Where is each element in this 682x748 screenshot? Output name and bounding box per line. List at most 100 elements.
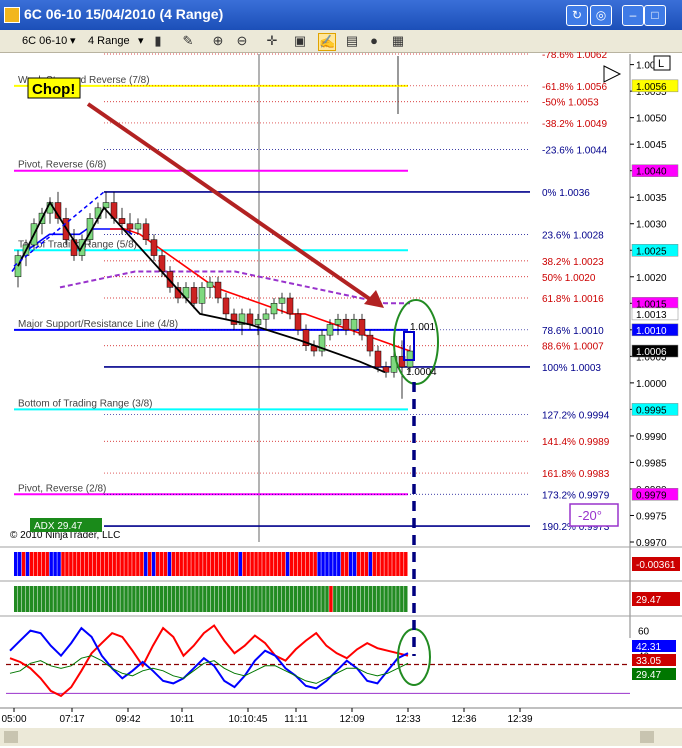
indicator-bar — [313, 552, 317, 576]
indicator-bar — [77, 586, 81, 612]
indicator-bar — [214, 552, 219, 576]
indicators-icon[interactable]: ✍ — [318, 33, 336, 51]
indicator-bar — [140, 586, 144, 612]
indicator-bar — [159, 552, 164, 576]
murrey-line-label: Pivot, Reverse (6/8) — [18, 160, 106, 171]
time-axis-label: 10:10:45 — [229, 714, 268, 725]
indicator-bar — [128, 552, 132, 576]
data-box-icon[interactable]: ▦ — [390, 33, 406, 49]
indicator-bar — [348, 586, 353, 612]
indicator-bar — [388, 552, 392, 576]
indicator-bar — [384, 552, 388, 576]
indicator-bar — [337, 586, 341, 612]
indicator-bar — [396, 552, 400, 576]
indicator-bar — [376, 552, 380, 576]
indicator-bar — [344, 586, 349, 612]
indicator-bar — [203, 552, 207, 576]
strategies-icon[interactable]: ▤ — [344, 33, 360, 49]
indicator-bar — [179, 552, 183, 576]
indicator-bar — [364, 552, 369, 576]
indicator-bar — [69, 586, 73, 612]
interval-selector[interactable]: 4 Range — [88, 33, 130, 49]
indicator-bar — [380, 552, 384, 576]
indicator-bar — [199, 586, 203, 612]
interval-dropdown-icon[interactable]: ▾ — [138, 33, 144, 49]
price-axis-tick-label: 1.0035 — [636, 193, 667, 204]
price-axis-tick-label: 1.0050 — [636, 114, 667, 125]
horizontal-scrollbar — [0, 728, 682, 746]
price-axis-tick-label: 1.0045 — [636, 140, 667, 151]
indicator-bar — [65, 552, 69, 576]
candle-body — [262, 313, 270, 320]
indicator-bar — [293, 552, 298, 576]
indicator-bar — [21, 552, 26, 576]
indicator-bar — [53, 552, 57, 576]
price-marker-label: 1.0010 — [636, 326, 667, 337]
fib-level-label: 127.2% 0.9994 — [542, 411, 610, 422]
candle-body — [254, 318, 262, 325]
drawing-tool-icon[interactable]: ✎ — [180, 33, 196, 49]
indicator-bar — [404, 586, 408, 612]
adx-label: ADX 29.47 — [34, 521, 83, 532]
fib-level-label: -23.6% 1.0044 — [542, 145, 607, 156]
indicator-bar — [250, 552, 254, 576]
link-icon[interactable]: ↻ — [566, 5, 588, 26]
zoom-out-icon[interactable]: ⊖ — [234, 33, 250, 49]
indicator-bar — [258, 586, 262, 612]
murrey-line-label: Pivot, Reverse (2/8) — [18, 483, 106, 494]
price-axis-tick-label: 0.9975 — [636, 511, 667, 522]
indicator-bar — [380, 586, 384, 612]
candle-body — [246, 313, 254, 325]
indicator-bar — [120, 586, 124, 612]
maximize-button[interactable]: □ — [644, 5, 666, 26]
instrument-dropdown-icon[interactable]: ▾ — [70, 33, 76, 49]
indicator-bar — [61, 552, 65, 576]
indicator-bar — [29, 586, 34, 612]
indicator-bar — [396, 586, 400, 612]
bar-type-icon[interactable]: ▮ — [150, 33, 166, 49]
indicator-bar — [277, 552, 282, 576]
fib-level-label: -61.8% 1.0056 — [542, 82, 607, 93]
scroll-right-button — [640, 731, 654, 743]
fib-level-label: 78.6% 1.0010 — [542, 326, 604, 337]
indicator-bar — [187, 586, 191, 612]
chart-area[interactable]: 1.00601.00551.00501.00451.00401.00351.00… — [0, 52, 682, 748]
minimize-button[interactable]: – — [622, 5, 644, 26]
indicator-bar — [274, 586, 278, 612]
zoom-in-icon[interactable]: ⊕ — [210, 33, 226, 49]
indicator-bar — [29, 552, 34, 576]
instrument-selector[interactable]: 6C 06-10 — [22, 33, 67, 49]
alerts-icon[interactable]: ● — [366, 33, 382, 49]
indicator-value-label: -0.00361 — [636, 560, 676, 571]
indicator-bar — [270, 586, 274, 612]
title-bar: 6C 06-10 15/04/2010 (4 Range) ↻ ◎ – □ — [0, 0, 682, 30]
globe-icon[interactable]: ◎ — [590, 5, 612, 26]
indicator-bar — [128, 586, 132, 612]
indicator-bar — [372, 586, 376, 612]
candle-body — [286, 297, 294, 315]
indicator-bar — [155, 586, 160, 612]
indicator-bar — [84, 586, 89, 612]
time-axis-label: 12:33 — [395, 714, 420, 725]
time-axis-label: 12:09 — [339, 714, 364, 725]
indicator-bar — [368, 586, 373, 612]
candle-body — [358, 318, 366, 336]
chop-label: Chop! — [32, 81, 75, 98]
indicator-bar — [218, 552, 223, 576]
candle-body — [334, 318, 342, 325]
indicator-bar — [258, 552, 262, 576]
indicator-bar — [400, 552, 404, 576]
indicator-bar — [356, 552, 361, 576]
indicator-bar — [80, 552, 85, 576]
candle-body — [214, 281, 222, 299]
properties-icon[interactable]: ▣ — [292, 33, 308, 49]
indicator-bar — [289, 586, 294, 612]
indicator-bar — [230, 552, 235, 576]
indicator-bar — [45, 552, 49, 576]
candle-body — [294, 313, 302, 331]
time-axis-label: 12:39 — [507, 714, 532, 725]
crosshair-icon[interactable]: ✛ — [264, 33, 280, 49]
indicator-bar — [266, 586, 270, 612]
indicator-bar — [61, 586, 65, 612]
indicator-bar — [329, 586, 333, 612]
